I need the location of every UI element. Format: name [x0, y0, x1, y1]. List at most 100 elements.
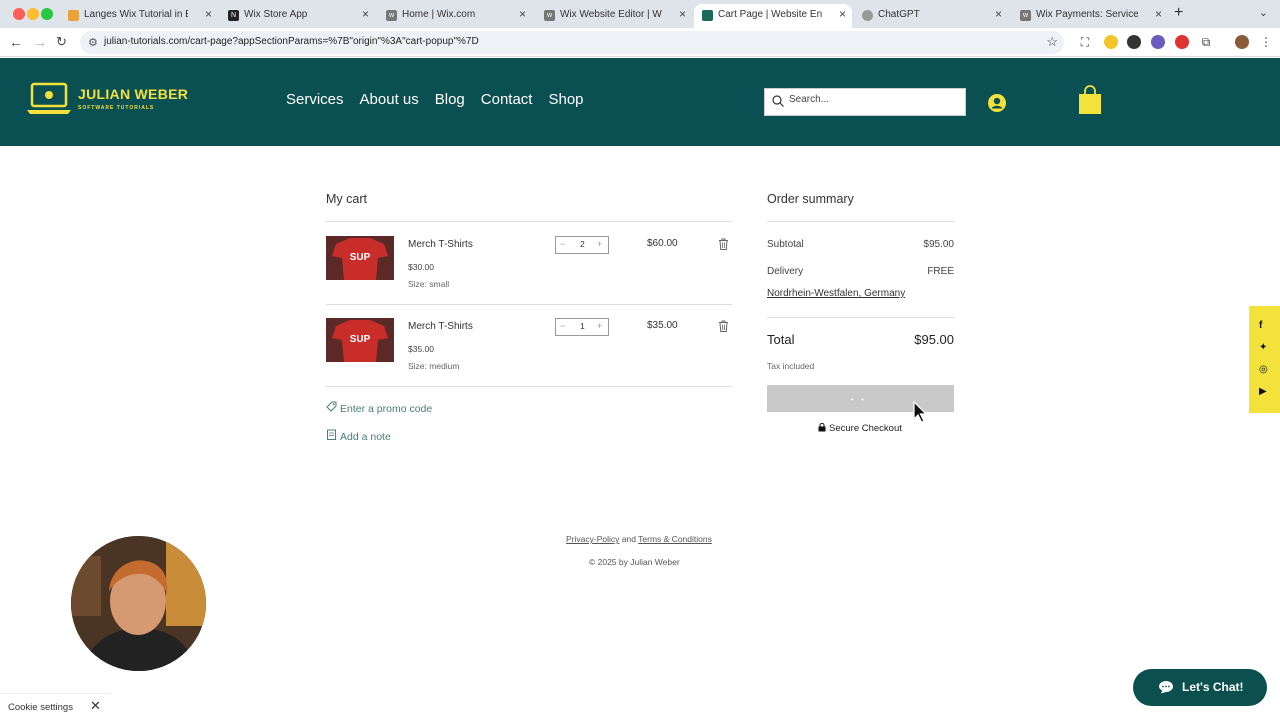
close-tab-icon[interactable]: × [839, 7, 846, 21]
subtotal-label: Subtotal [767, 239, 804, 250]
close-tab-icon[interactable]: × [995, 7, 1002, 21]
chat-button[interactable]: Let's Chat! [1133, 669, 1267, 706]
item-size: Size: small [408, 279, 450, 289]
nav-about-us[interactable]: About us [360, 91, 419, 108]
decrease-button[interactable]: − [560, 239, 565, 249]
forward-button[interactable]: → [33, 34, 47, 50]
quantity-stepper[interactable]: − 1 + [555, 318, 609, 336]
item-total: $35.00 [647, 320, 678, 331]
close-tab-icon[interactable]: × [362, 7, 369, 21]
item-unit-price: $35.00 [408, 344, 434, 354]
brand-tagline: SOFTWARE TUTORIALS [78, 105, 155, 111]
divider [326, 304, 732, 305]
divider [326, 386, 732, 387]
browser-tab[interactable]: Langes Wix Tutorial in English × [60, 4, 218, 28]
url-text: julian-tutorials.com/cart-page?appSectio… [104, 36, 479, 47]
product-thumbnail[interactable]: SUP [326, 236, 394, 280]
extensions-puzzle-icon[interactable]: ⧉ [1199, 35, 1213, 49]
trash-icon[interactable] [718, 320, 729, 332]
promo-code-link[interactable]: Enter a promo code [326, 401, 432, 415]
quantity-value[interactable]: 1 [580, 321, 585, 331]
minimize-window-button[interactable] [27, 8, 39, 20]
browser-tab[interactable]: w Wix Website Editor | Website × [536, 4, 692, 28]
profile-avatar[interactable] [1235, 35, 1249, 49]
screenshot-icon[interactable]: ⛶ [1078, 35, 1092, 49]
extension-icon[interactable] [1104, 35, 1118, 49]
new-tab-button[interactable]: + [1174, 4, 1183, 22]
search-input[interactable] [789, 94, 959, 105]
item-name[interactable]: Merch T-Shirts [408, 239, 473, 250]
increase-button[interactable]: + [597, 321, 602, 331]
account-icon[interactable] [987, 93, 1007, 113]
browser-tab[interactable]: w Home | Wix.com × [378, 4, 532, 28]
presenter-video [71, 536, 206, 671]
webcam-overlay [71, 536, 206, 671]
close-icon[interactable]: ✕ [90, 698, 101, 714]
item-size: Size: medium [408, 361, 460, 371]
browser-tab[interactable]: N Wix Store App × [220, 4, 375, 28]
nav-blog[interactable]: Blog [435, 91, 465, 108]
site-search[interactable] [764, 88, 966, 116]
cookie-settings-bar: Cookie settings ✕ [0, 693, 110, 720]
shopping-bag-icon[interactable] [1078, 85, 1102, 115]
close-tab-icon[interactable]: × [519, 7, 526, 21]
tag-icon [326, 401, 337, 412]
browser-tab-bar: Langes Wix Tutorial in English × N Wix S… [0, 0, 1280, 28]
site-icon [702, 10, 713, 21]
divider [767, 221, 954, 222]
total-value: $95.00 [914, 332, 954, 347]
close-tab-icon[interactable]: × [679, 7, 686, 21]
site-info-icon[interactable]: ⚙ [88, 36, 98, 49]
bookmark-star-icon[interactable]: ☆ [1046, 34, 1058, 50]
increase-button[interactable]: + [597, 239, 602, 249]
facebook-icon[interactable]: f [1259, 320, 1262, 331]
order-summary-title: Order summary [767, 192, 854, 206]
nav-services[interactable]: Services [286, 91, 344, 108]
notion-icon: N [228, 10, 239, 21]
close-window-button[interactable] [13, 8, 25, 20]
browser-tab-active[interactable]: Cart Page | Website English × [694, 4, 852, 28]
product-thumbnail[interactable]: SUP [326, 318, 394, 362]
quantity-stepper[interactable]: − 2 + [555, 236, 609, 254]
terms-link[interactable]: Terms & Conditions [638, 534, 712, 544]
subtotal-value: $95.00 [923, 239, 954, 250]
close-tab-icon[interactable]: × [205, 7, 212, 21]
trash-icon[interactable] [718, 238, 729, 250]
reload-button[interactable]: ↻ [56, 34, 67, 50]
medal-icon [68, 10, 79, 21]
divider [767, 317, 954, 318]
maximize-window-button[interactable] [41, 8, 53, 20]
tab-list-chevron-icon[interactable]: ⌄ [1259, 6, 1268, 19]
browser-toolbar: ← → ↻ ⚙ julian-tutorials.com/cart-page?a… [0, 28, 1280, 57]
svg-text:SUP: SUP [350, 334, 371, 345]
brand-name: JULIAN WEBER [78, 86, 189, 102]
adblock-icon[interactable] [1175, 35, 1189, 49]
delivery-region-link[interactable]: Nordrhein-Westfalen, Germany [767, 288, 905, 299]
address-bar[interactable]: ⚙ julian-tutorials.com/cart-page?appSect… [80, 31, 1064, 54]
browser-tab[interactable]: ChatGPT × [854, 4, 1008, 28]
lock-icon [818, 422, 826, 432]
decrease-button[interactable]: − [560, 321, 565, 331]
extension-icon[interactable] [1151, 35, 1165, 49]
privacy-policy-link[interactable]: Privacy-Policy [566, 534, 619, 544]
add-note-link[interactable]: Add a note [326, 429, 391, 443]
social-bar: f ✦ ◎ ▶ [1249, 306, 1280, 413]
close-tab-icon[interactable]: × [1155, 7, 1162, 21]
nav-contact[interactable]: Contact [481, 91, 533, 108]
item-unit-price: $30.00 [408, 262, 434, 272]
laptop-logo-icon [27, 82, 71, 114]
nav-shop[interactable]: Shop [548, 91, 583, 108]
twitter-icon[interactable]: ✦ [1259, 342, 1267, 353]
secure-checkout-label: Secure Checkout [829, 423, 902, 434]
item-name[interactable]: Merch T-Shirts [408, 321, 473, 332]
cookie-settings-button[interactable]: Cookie settings [8, 702, 73, 713]
instagram-icon[interactable]: ◎ [1259, 364, 1268, 375]
quantity-value[interactable]: 2 [580, 239, 585, 249]
site-logo[interactable]: JULIAN WEBER SOFTWARE TUTORIALS [26, 80, 196, 120]
promo-code-label: Enter a promo code [340, 403, 433, 415]
youtube-icon[interactable]: ▶ [1259, 386, 1267, 397]
back-button[interactable]: ← [9, 34, 23, 50]
browser-tab[interactable]: w Wix Payments: Service Fees × [1012, 4, 1168, 28]
extension-icon[interactable] [1127, 35, 1141, 49]
menu-kebab-icon[interactable]: ⋮ [1259, 35, 1273, 49]
